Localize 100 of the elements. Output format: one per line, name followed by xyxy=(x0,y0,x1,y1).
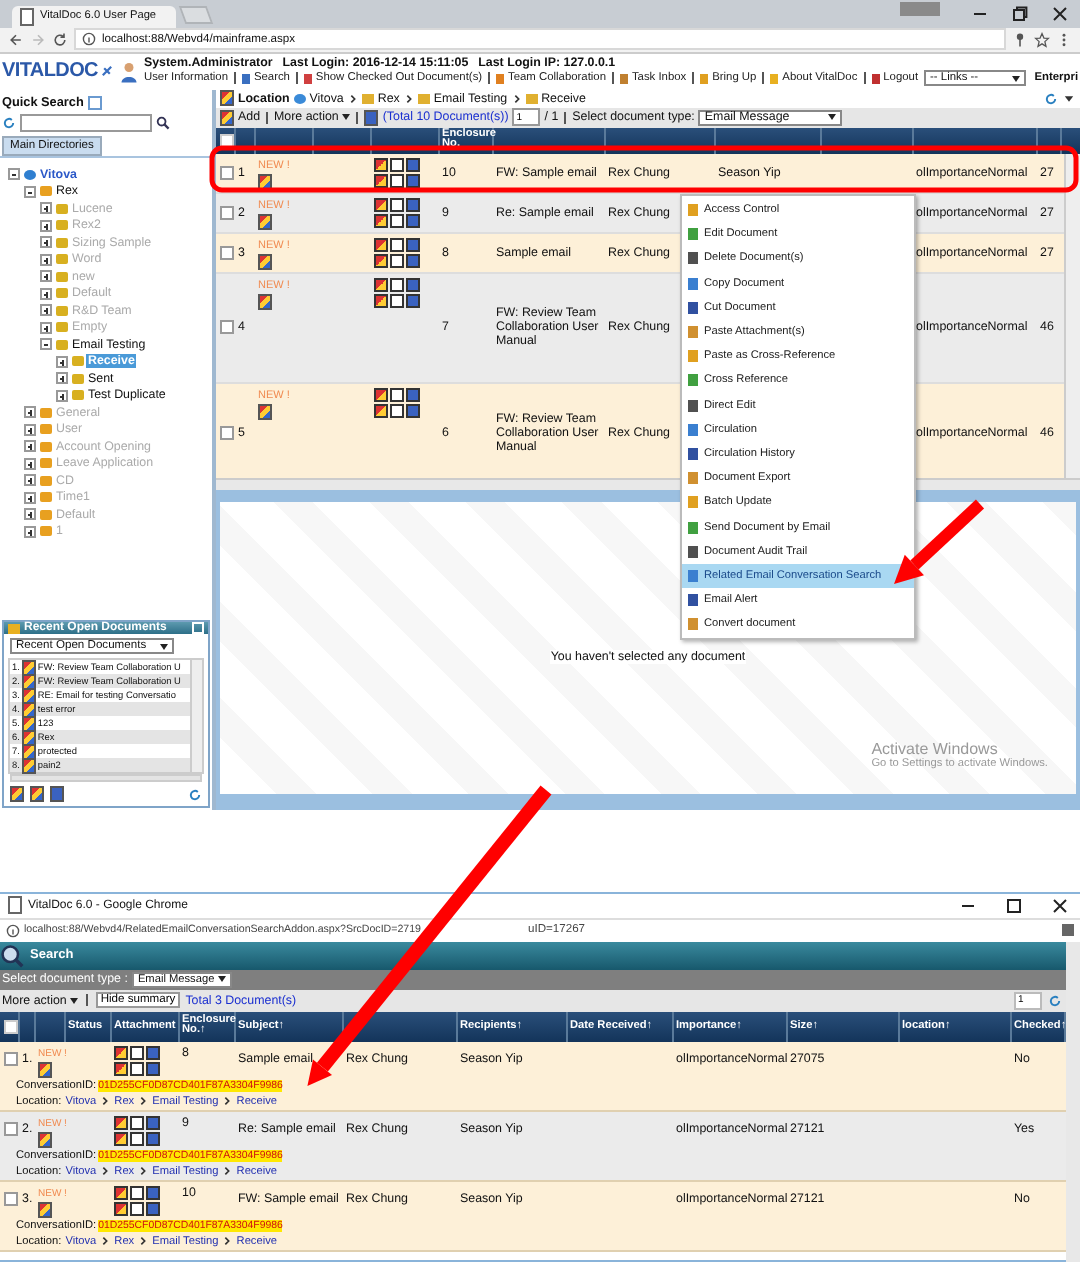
expand-toggle[interactable] xyxy=(24,457,36,470)
chevron-icon xyxy=(222,1236,233,1247)
expand-toggle[interactable] xyxy=(40,202,52,215)
attachment-icons-drawing xyxy=(372,233,422,268)
scrollbar[interactable] xyxy=(190,660,202,773)
chevron-icon xyxy=(347,93,358,104)
scrollbar[interactable] xyxy=(1064,153,1080,478)
scrollbar[interactable] xyxy=(1066,941,1080,1262)
link-icon xyxy=(303,73,312,84)
close-icon[interactable] xyxy=(1050,895,1070,916)
document-icon xyxy=(38,1061,52,1078)
attachment-icons-drawing xyxy=(112,1111,162,1146)
vitaldoc-logo: VITALDOC xyxy=(2,60,98,83)
star-icon[interactable] xyxy=(1034,31,1050,48)
reload-icon[interactable] xyxy=(52,31,68,48)
restore-icon[interactable] xyxy=(1010,3,1030,24)
refresh-icon[interactable] xyxy=(1044,91,1058,106)
document-icon xyxy=(258,293,272,310)
expand-toggle[interactable] xyxy=(24,508,36,521)
caret-icon xyxy=(828,114,837,121)
caret-icon xyxy=(160,643,168,650)
expand-toggle[interactable] xyxy=(8,168,20,181)
expand-toggle[interactable] xyxy=(24,525,36,538)
link-icon xyxy=(620,73,628,84)
profile-badge xyxy=(900,2,940,17)
attachment-icons-drawing xyxy=(372,383,422,418)
chevron-icon xyxy=(138,1166,149,1177)
expand-toggle[interactable] xyxy=(56,355,68,368)
sparkle-icon xyxy=(99,62,114,81)
maximize-icon[interactable] xyxy=(1004,895,1024,916)
row-checkbox[interactable] xyxy=(220,205,234,220)
info-icon xyxy=(82,32,96,47)
refresh-icon[interactable] xyxy=(1048,993,1062,1008)
document-icon xyxy=(258,173,272,190)
row-checkbox[interactable] xyxy=(220,320,234,335)
folder-icon xyxy=(525,93,538,104)
expand-toggle[interactable] xyxy=(40,253,52,266)
chevron-icon xyxy=(100,1096,111,1107)
expand-toggle[interactable] xyxy=(40,219,52,232)
link-icon xyxy=(700,73,709,84)
expand-toggle[interactable] xyxy=(56,372,68,385)
link-icon xyxy=(496,73,504,84)
quick-search-field[interactable] xyxy=(20,113,152,132)
expand-toggle[interactable] xyxy=(24,474,36,487)
select-all-checkbox[interactable] xyxy=(220,133,234,148)
expand-toggle[interactable] xyxy=(24,185,36,198)
document-icon xyxy=(364,109,379,126)
expand-toggle[interactable] xyxy=(24,423,36,436)
scrollbar[interactable] xyxy=(10,774,202,783)
row-checkbox[interactable] xyxy=(4,1192,18,1207)
search-icon[interactable] xyxy=(156,115,170,130)
row-checkbox[interactable] xyxy=(4,1122,18,1137)
folder-icon xyxy=(293,93,306,104)
document-icon xyxy=(258,213,272,230)
close-icon[interactable] xyxy=(1050,3,1070,24)
expand-toggle[interactable] xyxy=(24,491,36,504)
page-icon xyxy=(20,7,34,26)
attachment-icons-drawing xyxy=(372,193,422,228)
attachment-icons-drawing xyxy=(112,1041,162,1076)
chevron-icon xyxy=(100,1166,111,1177)
annotation-arrow xyxy=(894,499,985,584)
expand-toggle[interactable] xyxy=(40,304,52,317)
chevron-icon xyxy=(100,1236,111,1247)
folder-icon xyxy=(361,93,374,104)
caret-icon xyxy=(70,997,79,1004)
row-checkbox[interactable] xyxy=(4,1052,18,1067)
expand-toggle[interactable] xyxy=(40,236,52,249)
expand-toggle[interactable] xyxy=(24,406,36,419)
link-icon xyxy=(871,73,880,84)
expand-toggle[interactable] xyxy=(24,440,36,453)
search-icon xyxy=(0,943,24,968)
folder-icon xyxy=(417,93,430,104)
row-checkbox[interactable] xyxy=(220,426,234,441)
caret-icon[interactable] xyxy=(1062,91,1076,106)
folder-icon xyxy=(8,623,20,634)
expand-toggle[interactable] xyxy=(56,389,68,402)
attachment-icons-drawing xyxy=(372,153,422,188)
chevron-icon xyxy=(403,93,414,104)
expand-toggle[interactable] xyxy=(40,338,52,351)
expand-toggle[interactable] xyxy=(40,321,52,334)
document-icon xyxy=(38,1131,52,1148)
caret-icon xyxy=(1012,75,1021,82)
document-icon xyxy=(258,253,272,270)
chevron-icon xyxy=(138,1096,149,1107)
refresh-icon[interactable] xyxy=(2,115,16,130)
caret-icon xyxy=(342,114,351,121)
expand-toggle[interactable] xyxy=(40,270,52,283)
attachment-icons-drawing xyxy=(112,1181,162,1216)
back-icon[interactable] xyxy=(8,31,24,48)
chevron-icon xyxy=(222,1096,233,1107)
link-icon xyxy=(770,73,779,84)
chevron-icon xyxy=(511,93,522,104)
select-all-checkbox[interactable] xyxy=(4,1019,18,1034)
expand-toggle[interactable] xyxy=(40,287,52,300)
key-icon[interactable] xyxy=(1012,31,1028,48)
refresh-icon[interactable] xyxy=(188,787,202,802)
chevron-icon xyxy=(222,1166,233,1177)
row-checkbox[interactable] xyxy=(220,245,234,260)
row-checkbox[interactable] xyxy=(220,165,234,180)
document-icon xyxy=(258,403,272,420)
